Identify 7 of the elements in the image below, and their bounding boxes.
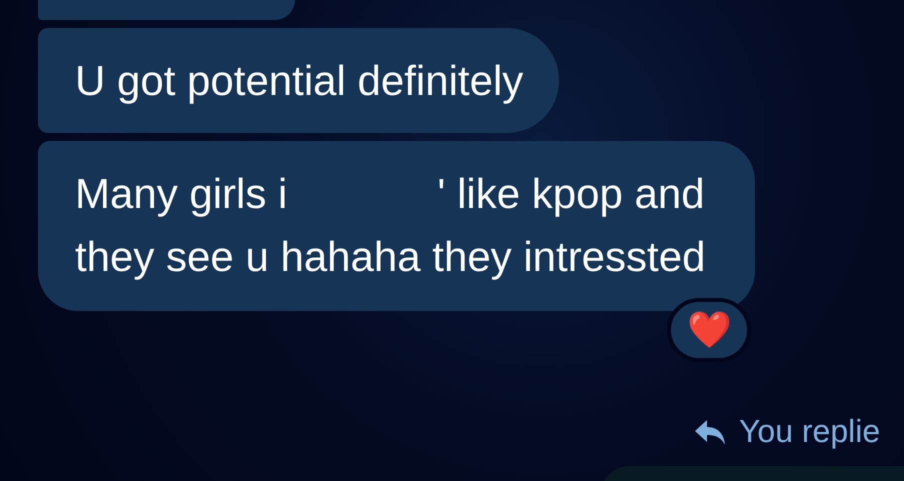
reply-icon [693, 418, 727, 446]
message-text: ' like kpop and [437, 169, 705, 219]
message-text: U got potential definitely [75, 56, 524, 106]
reaction-badge[interactable]: ❤ [667, 298, 752, 362]
message-text: they see u hahaha they intressted [75, 232, 706, 282]
reply-label: You replie [739, 413, 880, 450]
message-text: Many girls i [75, 169, 288, 219]
